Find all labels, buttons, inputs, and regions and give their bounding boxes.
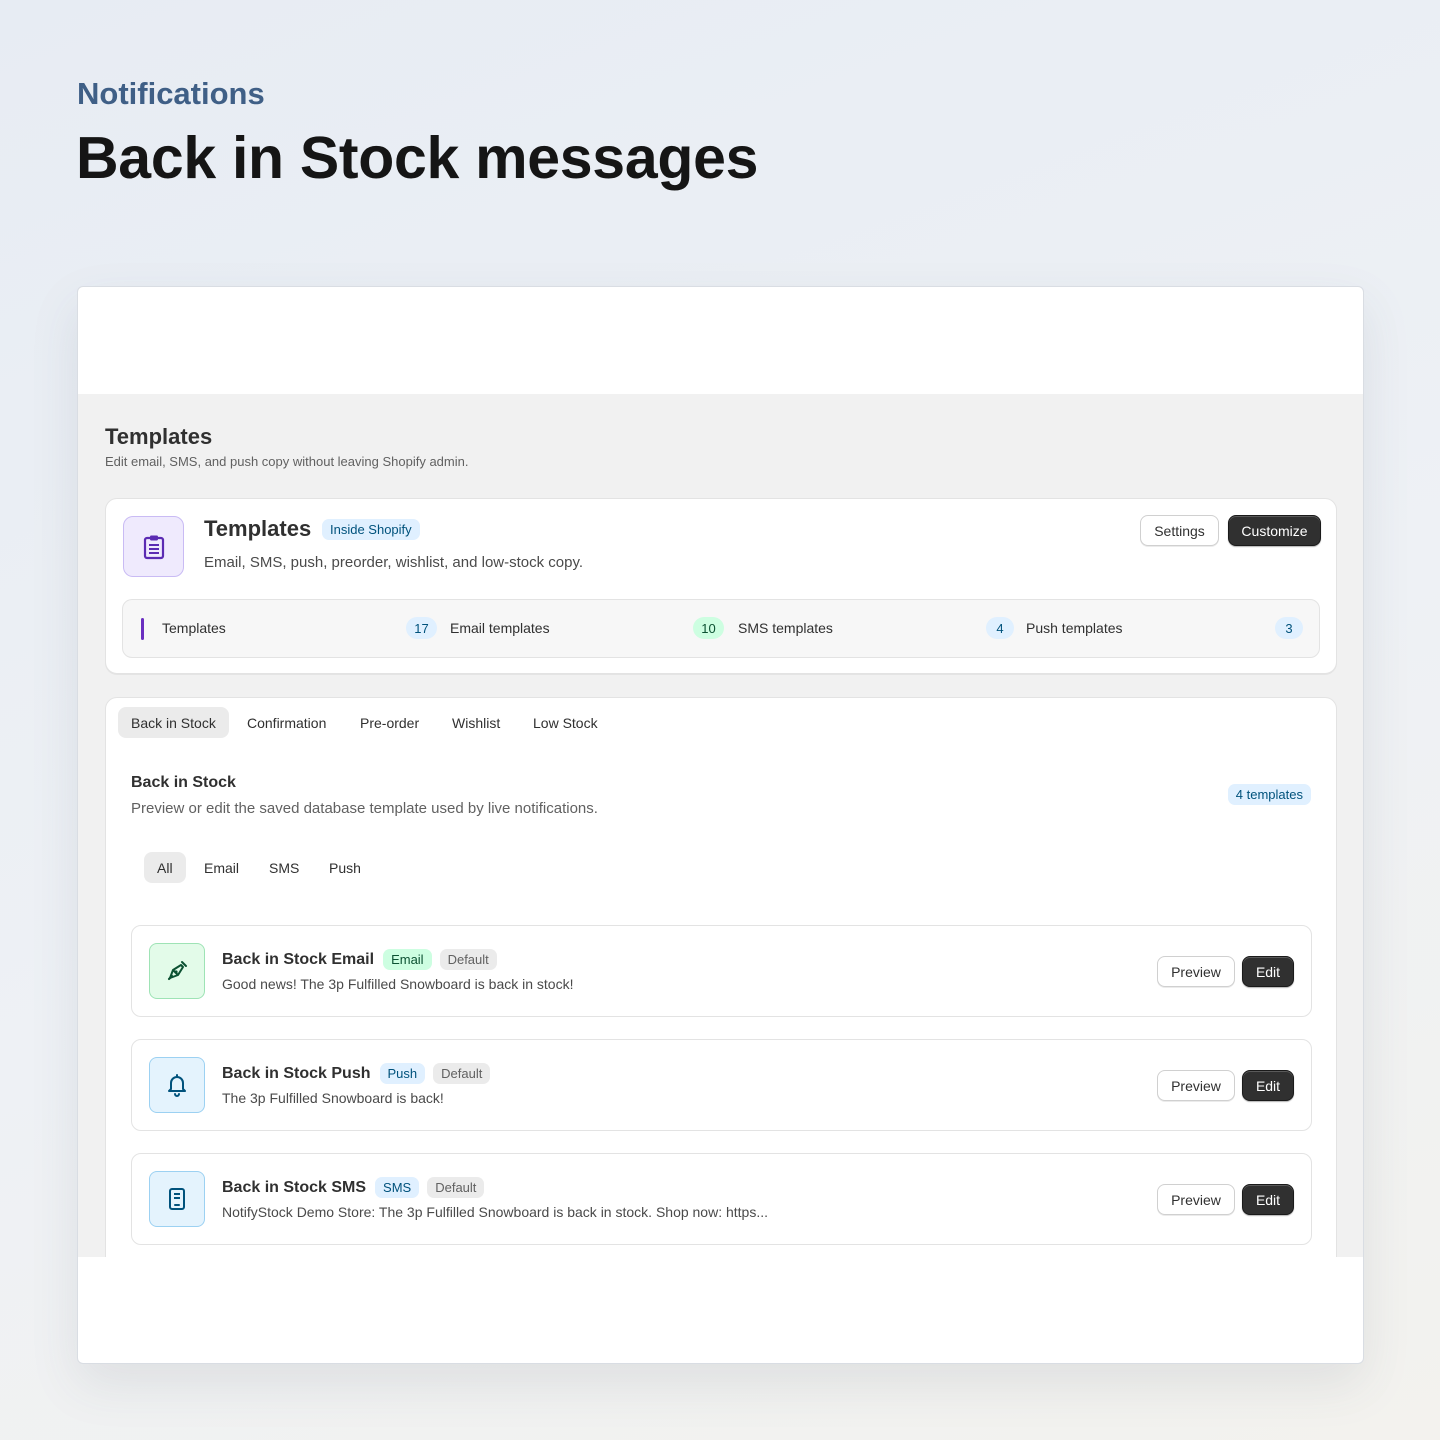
stat-label-email: Email templates — [450, 620, 550, 636]
template-name: Back in Stock SMS — [222, 1178, 367, 1196]
template-body: NotifyStock Demo Store: The 3p Fulfilled… — [222, 1204, 769, 1220]
preview-button[interactable]: Preview — [1157, 956, 1235, 987]
edit-button[interactable]: Edit — [1242, 956, 1294, 987]
app-window: Templates Edit email, SMS, and push copy… — [77, 286, 1364, 1364]
template-name: Back in Stock Push — [222, 1064, 371, 1082]
template-body: Good news! The 3p Fulfilled Snowboard is… — [222, 976, 574, 992]
admin-content: Templates Edit email, SMS, and push copy… — [78, 394, 1363, 1257]
tab-back-in-stock[interactable]: Back in Stock — [118, 707, 229, 738]
stat-count-email: 10 — [693, 617, 724, 639]
stat-label-push: Push templates — [1026, 620, 1123, 636]
phone-icon — [149, 1171, 205, 1227]
hero-headline: Back in Stock messages — [76, 125, 759, 191]
tab-low-stock[interactable]: Low Stock — [520, 707, 611, 738]
templates-tabs-card: Back in Stock Confirmation Pre-order Wis… — [105, 697, 1337, 1257]
filter-email[interactable]: Email — [191, 852, 252, 883]
filter-all[interactable]: All — [144, 852, 186, 883]
stats-accent-bar — [141, 618, 144, 640]
section-subtitle: Edit email, SMS, and push copy without l… — [105, 454, 469, 469]
filter-sms[interactable]: SMS — [256, 852, 312, 883]
template-name: Back in Stock Email — [222, 950, 375, 968]
templates-summary-card: Templates Inside Shopify Email, SMS, pus… — [105, 498, 1337, 674]
template-row-push: Back in Stock Push Push Default The 3p F… — [131, 1039, 1312, 1131]
summary-title: Templates — [204, 516, 312, 541]
channel-badge: Push — [379, 1063, 426, 1084]
settings-button[interactable]: Settings — [1140, 515, 1219, 546]
hero-eyebrow: Notifications — [77, 76, 265, 111]
customize-button[interactable]: Customize — [1228, 515, 1321, 546]
preview-button[interactable]: Preview — [1157, 1070, 1235, 1101]
clipboard-icon — [123, 516, 184, 577]
channel-badge: Email — [383, 949, 432, 970]
edit-button[interactable]: Edit — [1242, 1070, 1294, 1101]
stat-count-templates: 17 — [406, 617, 437, 639]
template-row-sms: Back in Stock SMS SMS Default NotifyStoc… — [131, 1153, 1312, 1245]
stat-count-sms: 4 — [986, 617, 1014, 639]
edit-button[interactable]: Edit — [1242, 1184, 1294, 1215]
template-header: Back in Stock Push Push Default — [222, 1063, 491, 1084]
template-count-badge: 4 templates — [1227, 784, 1311, 805]
channel-badge: SMS — [375, 1177, 420, 1198]
status-badge: Default — [427, 1177, 485, 1198]
section-title: Templates — [105, 424, 213, 449]
filter-push[interactable]: Push — [316, 852, 374, 883]
tab-confirmation[interactable]: Confirmation — [234, 707, 339, 738]
template-body: The 3p Fulfilled Snowboard is back! — [222, 1090, 444, 1106]
template-stats-bar: Templates 17 Email templates 10 SMS temp… — [122, 599, 1320, 658]
summary-description: Email, SMS, push, preorder, wishlist, an… — [204, 554, 584, 571]
inside-shopify-badge: Inside Shopify — [322, 519, 420, 540]
tab-pre-order[interactable]: Pre-order — [347, 707, 432, 738]
panel-title: Back in Stock — [131, 774, 236, 791]
preview-button[interactable]: Preview — [1157, 1184, 1235, 1215]
template-row-email: Back in Stock Email Email Default Good n… — [131, 925, 1312, 1017]
template-header: Back in Stock SMS SMS Default — [222, 1177, 485, 1198]
tab-wishlist[interactable]: Wishlist — [439, 707, 513, 738]
stat-count-push: 3 — [1275, 617, 1303, 639]
status-badge: Default — [433, 1063, 491, 1084]
template-header: Back in Stock Email Email Default — [222, 949, 497, 970]
megaphone-icon — [149, 943, 205, 999]
status-badge: Default — [439, 949, 497, 970]
bell-icon — [149, 1057, 205, 1113]
stat-label-sms: SMS templates — [738, 620, 833, 636]
panel-subtitle: Preview or edit the saved database templ… — [131, 800, 598, 817]
stat-label-templates: Templates — [162, 620, 226, 636]
